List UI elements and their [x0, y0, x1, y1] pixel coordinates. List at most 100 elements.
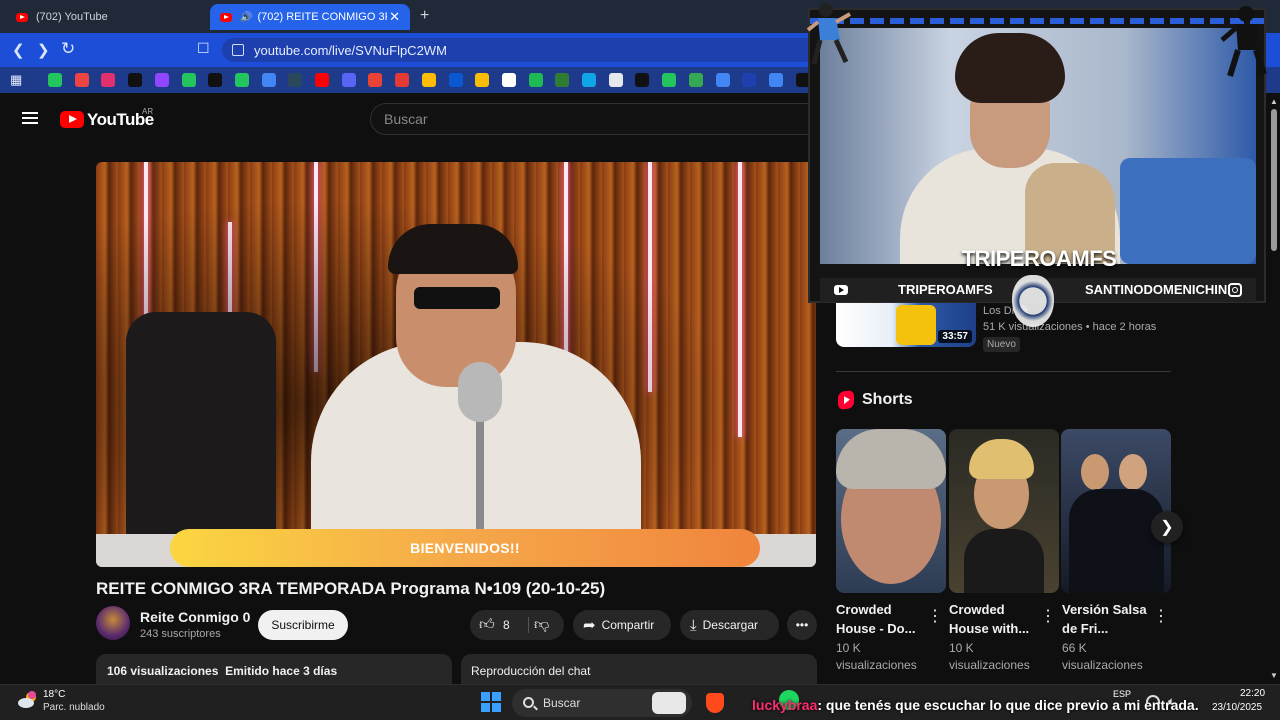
host-hair: [388, 224, 518, 274]
country-code: AR: [142, 107, 154, 116]
bookmark-icon[interactable]: [475, 73, 490, 87]
forward-icon[interactable]: ❯: [37, 41, 50, 59]
video-duration: 33:57: [938, 330, 972, 343]
channel-avatar[interactable]: [96, 606, 130, 640]
close-tab-icon[interactable]: ✕: [389, 9, 400, 25]
windows-taskbar: 18°C Parc. nublado Buscar luckybraa: que…: [0, 684, 1280, 720]
page-scrollbar[interactable]: ▲ ▼: [1268, 97, 1280, 680]
bookmark-icon[interactable]: [555, 73, 570, 87]
youtube-logo-icon[interactable]: [60, 111, 84, 128]
search-input[interactable]: Buscar: [370, 103, 810, 135]
thumbnail-art: [896, 305, 936, 345]
search-highlight-icon: [652, 692, 686, 714]
url-text: youtube.com/live/SVNuFlpC2WM: [254, 42, 447, 58]
subscriber-count: 243 suscriptores: [140, 628, 221, 640]
chat-replay-panel[interactable]: Reproducción del chat: [461, 654, 817, 684]
scroll-down-icon[interactable]: ▼: [1270, 671, 1278, 680]
input-language[interactable]: ESP: [1113, 689, 1131, 699]
bookmark-icon[interactable]: ☐: [197, 40, 210, 57]
reload-icon[interactable]: ↻: [61, 39, 75, 59]
brave-browser-icon[interactable]: [706, 693, 724, 713]
stream-chat-message: luckybraa: que tenés que escuchar lo que…: [752, 697, 1199, 713]
bookmark-icon[interactable]: [288, 73, 303, 87]
bookmark-icon[interactable]: [234, 73, 249, 87]
subscribe-button[interactable]: Suscribirme: [258, 610, 348, 640]
bookmark-icon[interactable]: [368, 73, 383, 87]
short-thumbnail[interactable]: [949, 429, 1059, 593]
bookmark-icon[interactable]: [101, 73, 116, 87]
more-icon: •••: [795, 618, 809, 632]
wifi-icon[interactable]: [1146, 695, 1160, 704]
bookmark-icon[interactable]: [448, 73, 463, 87]
shorts-icon: [838, 389, 854, 411]
more-actions-button[interactable]: •••: [787, 610, 817, 640]
volume-icon[interactable]: 🔈︎: [1168, 694, 1175, 709]
clock-date[interactable]: 23/10/2025: [1212, 702, 1262, 713]
like-count[interactable]: 8: [503, 618, 510, 632]
streamer-hair: [955, 33, 1065, 103]
new-tab-button[interactable]: +: [420, 7, 429, 25]
thumbs-down-icon[interactable]: 👎︎: [534, 616, 549, 634]
menu-icon[interactable]: [22, 112, 38, 124]
tab-youtube[interactable]: (702) YouTube: [6, 4, 202, 30]
bookmark-icon[interactable]: [181, 73, 196, 87]
tab-title: (702) YouTube: [36, 11, 108, 23]
short-views: 10 K visualizaciones: [836, 641, 917, 672]
bookmark-icon[interactable]: [742, 73, 757, 87]
channel-name[interactable]: Reite Conmigo 0: [140, 609, 250, 625]
bookmark-icon[interactable]: [608, 73, 623, 87]
dancer-face: [1119, 454, 1147, 490]
bookmark-icon[interactable]: [48, 73, 62, 87]
related-video-thumbnail[interactable]: 33:57: [836, 300, 976, 347]
bookmark-icon[interactable]: [501, 73, 516, 87]
bookmark-icon[interactable]: [208, 73, 223, 87]
video-player[interactable]: BIENVENIDOS!!: [96, 162, 816, 567]
short-title[interactable]: Crowded House - Do...: [836, 600, 926, 638]
bookmark-icon[interactable]: [715, 73, 730, 87]
windows-start-icon[interactable]: [481, 692, 501, 712]
webcam-feed: [820, 28, 1256, 264]
short-title[interactable]: Crowded House with...: [949, 600, 1039, 638]
bookmark-icon[interactable]: [128, 73, 143, 87]
short-menu-icon[interactable]: ⋮: [1040, 606, 1056, 626]
section-divider: [836, 371, 1171, 372]
bookmark-icon[interactable]: [421, 73, 436, 87]
bookmark-icon[interactable]: [582, 73, 596, 87]
short-menu-icon[interactable]: ⋮: [927, 606, 943, 626]
url-field[interactable]: youtube.com/live/SVNuFlpC2WM: [222, 38, 822, 62]
bookmark-icon[interactable]: [154, 73, 169, 87]
site-info-icon[interactable]: [232, 44, 244, 56]
description-box[interactable]: 106 visualizaciones Emitido hace 3 días: [96, 654, 452, 684]
shorts-next-button[interactable]: ❯: [1151, 511, 1183, 543]
back-icon[interactable]: ❮: [12, 41, 25, 59]
tab-reite-conmigo[interactable]: 🔊 (702) REITE CONMIGO 3RA TE ✕: [210, 4, 410, 30]
short-menu-icon[interactable]: ⋮: [1153, 606, 1169, 626]
short-thumbnail[interactable]: [1061, 429, 1171, 593]
chevron-right-icon: ❯: [1160, 519, 1174, 536]
weather-cloud-icon[interactable]: [17, 690, 39, 710]
share-button[interactable]: ➦ Compartir: [573, 610, 671, 640]
clock-time[interactable]: 22:20: [1240, 688, 1265, 699]
bookmark-icon[interactable]: [688, 73, 703, 87]
bookmark-icon[interactable]: [395, 73, 410, 87]
bookmark-icon[interactable]: [635, 73, 650, 87]
bookmark-icon[interactable]: [528, 73, 543, 87]
dancer-face: [1081, 454, 1109, 490]
scroll-up-icon[interactable]: ▲: [1270, 97, 1278, 106]
bookmark-icon[interactable]: [768, 73, 783, 87]
bookmark-icon[interactable]: [662, 73, 677, 87]
taskbar-search[interactable]: Buscar: [512, 689, 692, 717]
short-thumbnail[interactable]: [836, 429, 946, 593]
thumbs-up-icon[interactable]: 👍︎: [479, 616, 495, 634]
speaker-icon: 🔊: [240, 11, 253, 23]
bookmark-icon[interactable]: [74, 73, 89, 87]
scrollbar-thumb[interactable]: [1271, 109, 1277, 251]
download-button[interactable]: ⤓ Descargar: [680, 610, 779, 640]
short-title[interactable]: Versión Salsa de Fri...: [1062, 600, 1152, 638]
apps-grid-icon[interactable]: ▦: [10, 72, 22, 88]
bookmark-icon[interactable]: [341, 73, 356, 87]
bookmark-icon[interactable]: [315, 73, 329, 87]
view-count: 106 visualizaciones: [107, 664, 219, 678]
tab-title: (702) REITE CONMIGO 3RA TE: [257, 11, 387, 23]
bookmark-icon[interactable]: [261, 73, 276, 87]
